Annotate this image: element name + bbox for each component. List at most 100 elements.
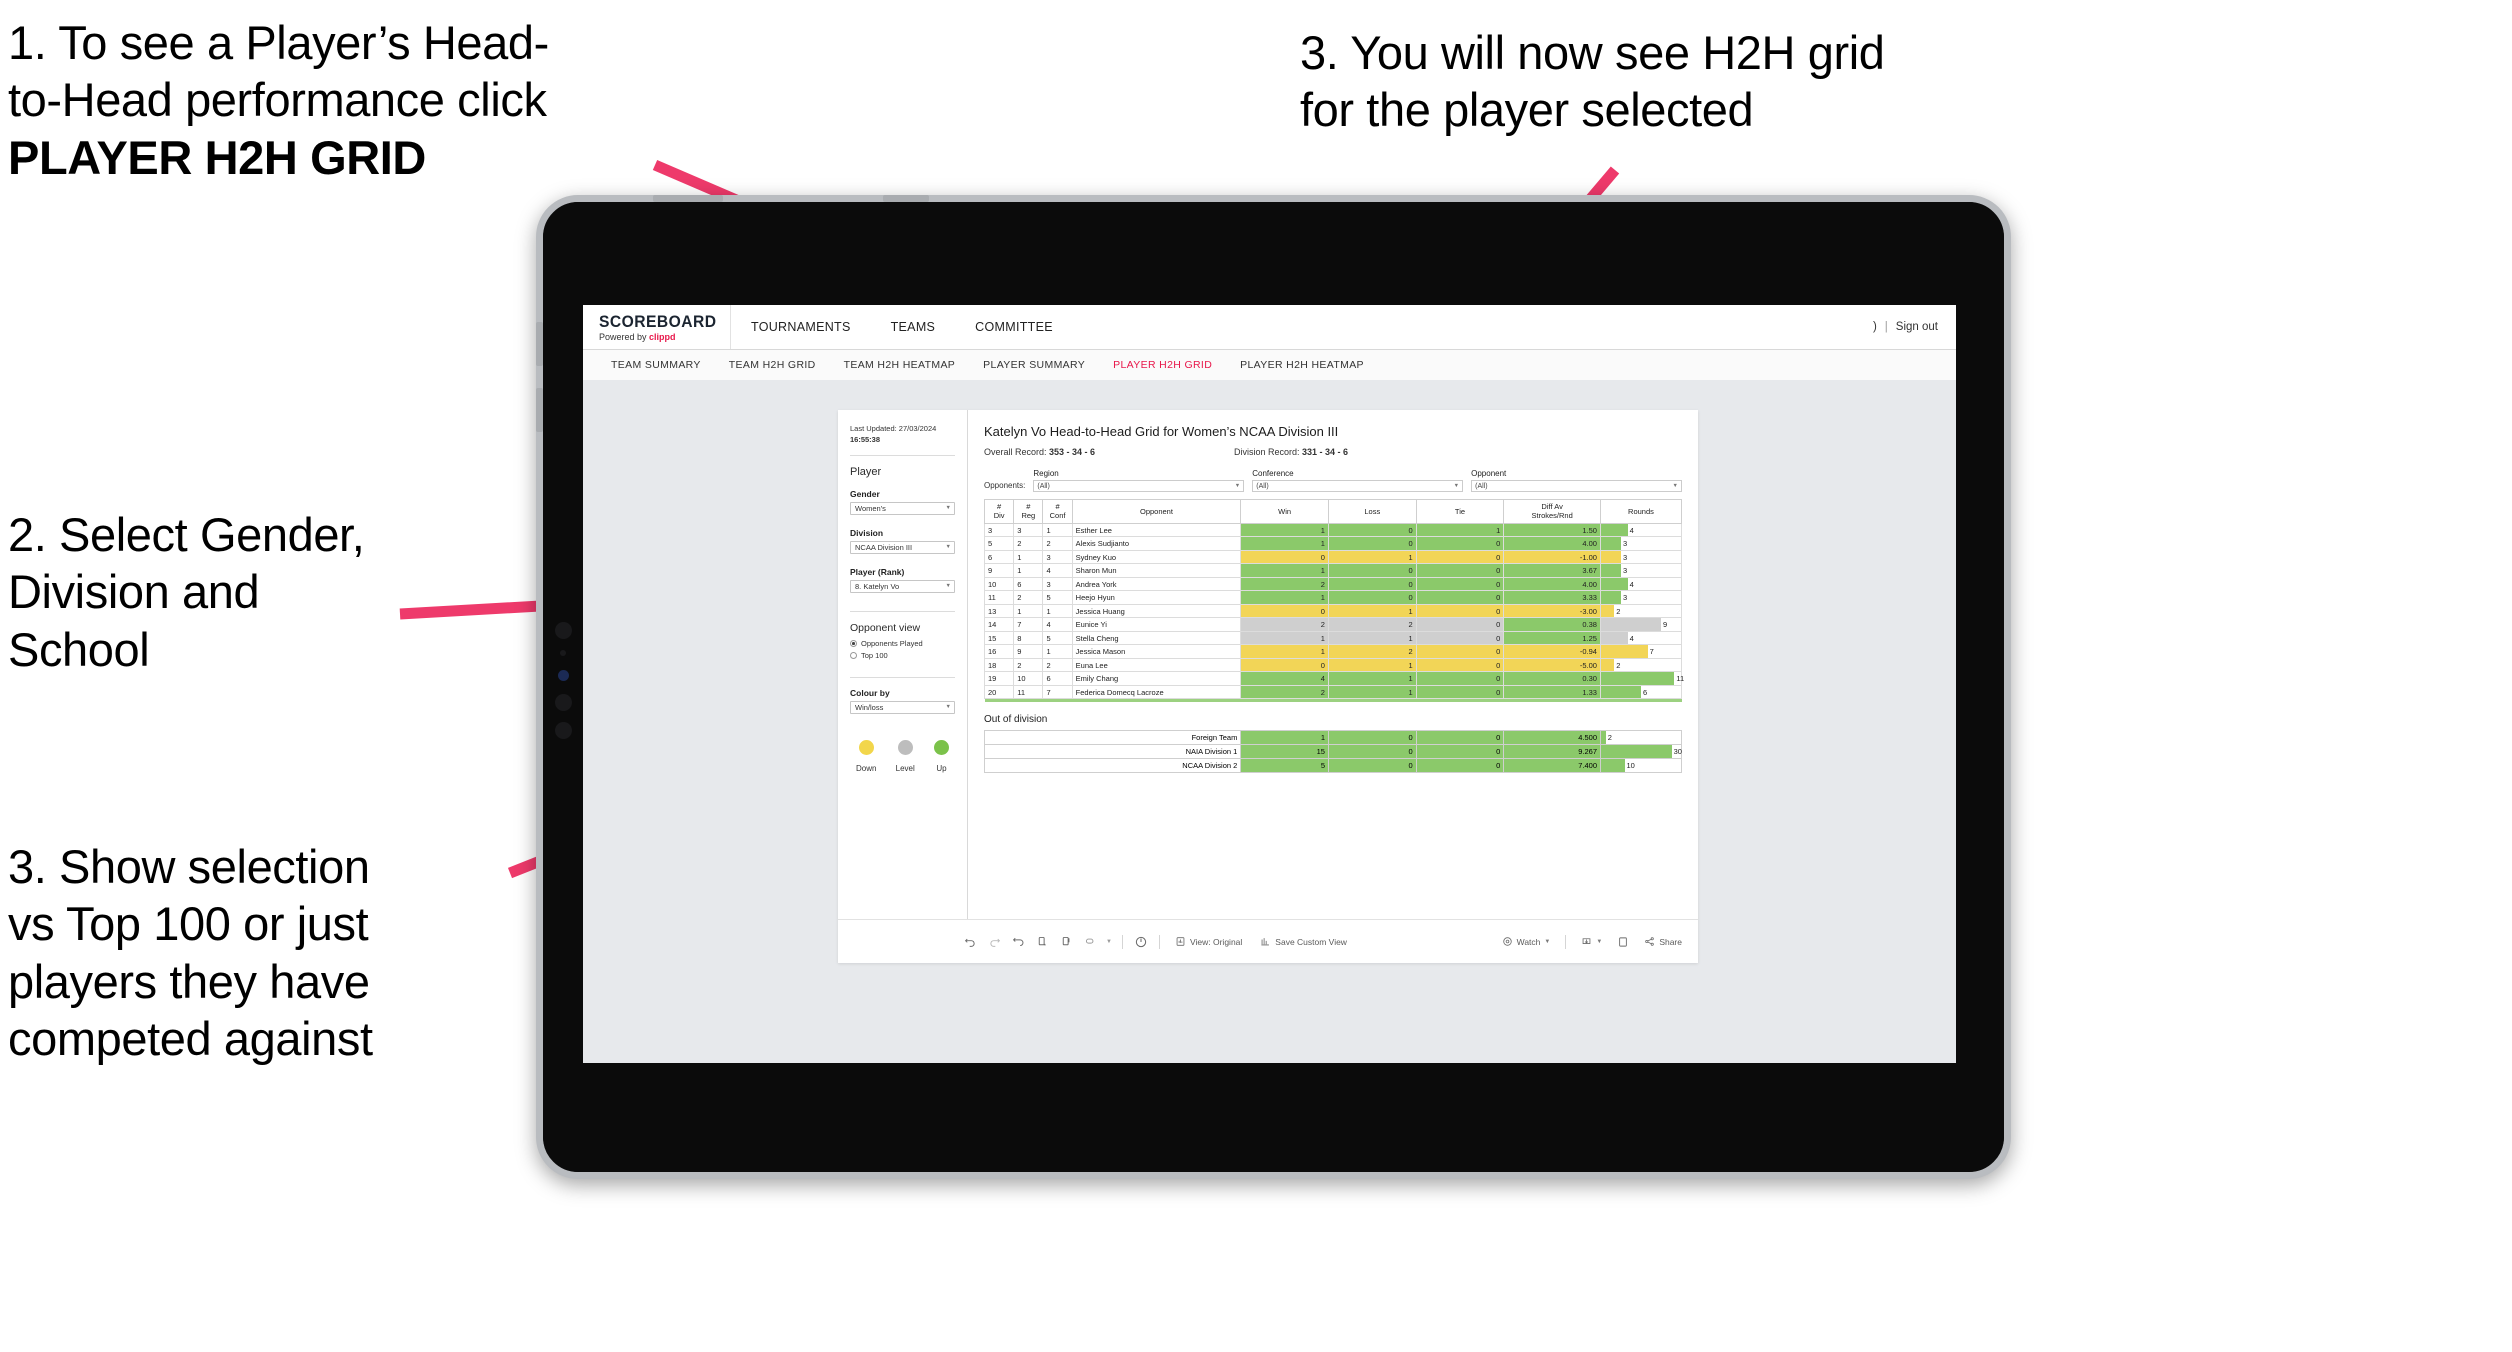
table-row[interactable]: 14 7 4 Eunice Yi 2 2 0 0.38 9 (983, 617, 1683, 632)
cell-group-name: NAIA Division 1 (983, 744, 1242, 760)
pause-auto-update-icon[interactable] (1129, 935, 1153, 949)
cell-div: 20 (983, 684, 1015, 700)
dashboard-tabs: TEAM SUMMARY TEAM H2H GRID TEAM H2H HEAT… (583, 350, 1956, 381)
h2h-grid-panel: Katelyn Vo Head-to-Head Grid for Women’s… (968, 410, 1698, 920)
app-top-navigation: SCOREBOARD Powered by clippd TOURNAMENTS… (583, 305, 1956, 350)
col-opponent: Opponent (1071, 499, 1242, 524)
revert-icon[interactable] (1006, 935, 1030, 948)
redo-icon[interactable] (982, 935, 1006, 948)
table-row[interactable]: 3 3 1 Esther Lee 1 0 1 1.50 4 (983, 522, 1683, 538)
tab-team-h2h-heatmap[interactable]: TEAM H2H HEATMAP (830, 359, 970, 371)
player-rank-value: 8. Katelyn Vo (855, 581, 900, 591)
gender-select[interactable]: Women's ▼ (850, 501, 955, 515)
table-row[interactable]: 11 2 5 Heejo Hyun 1 0 0 3.33 3 (983, 590, 1683, 605)
download-icon (1583, 938, 1591, 944)
gender-filter: Gender Women's ▼ (850, 489, 955, 515)
rounds-value: 4 (1629, 525, 1634, 535)
out-of-division-row[interactable]: NCAA Division 2 5 0 0 7.400 10 (983, 758, 1682, 774)
cell-conf: 5 (1042, 630, 1073, 646)
cell-loss: 0 (1327, 536, 1417, 551)
table-row[interactable]: 18 2 2 Euna Lee 0 1 0 -5.00 2 (983, 657, 1683, 673)
scoreboard-logo[interactable]: SCOREBOARD Powered by clippd (583, 305, 731, 349)
tablet-bezel: SCOREBOARD Powered by clippd TOURNAMENTS… (543, 202, 2004, 1172)
tablet-power-button[interactable] (536, 388, 543, 432)
opponent-view-heading: Opponent view (850, 621, 921, 634)
tab-player-h2h-grid[interactable]: PLAYER H2H GRID (1099, 359, 1226, 371)
divider-3 (850, 676, 955, 678)
cell-rounds: 2 (1600, 730, 1682, 746)
cell-loss: 1 (1327, 657, 1417, 673)
rounds-bar (1600, 645, 1648, 658)
radio-opponents-played[interactable]: Opponents Played (850, 639, 955, 648)
radio-top-100[interactable]: Top 100 (850, 651, 955, 660)
out-of-division-row[interactable]: Foreign Team 1 0 0 4.500 2 (983, 730, 1682, 746)
cell-reg: 9 (1013, 644, 1044, 659)
divider (1122, 934, 1123, 949)
sign-out-link[interactable]: Sign out (1896, 321, 1938, 333)
save-icon (1261, 938, 1270, 946)
cell-loss: 1 (1327, 684, 1417, 700)
player-rank-select[interactable]: 8. Katelyn Vo ▼ (850, 579, 955, 593)
cell-win: 0 (1240, 657, 1329, 673)
dashboard-content: Last Updated: 27/03/2024 16:55:38 Player… (838, 410, 1698, 920)
legend-up: Up (933, 739, 949, 773)
table-row[interactable]: 6 1 3 Sydney Kuo 0 1 0 -1.00 3 (983, 549, 1683, 565)
cell-div: 10 (983, 576, 1015, 592)
highlight-icon[interactable] (1078, 935, 1102, 948)
table-row[interactable]: 10 6 3 Andrea York 2 0 0 4.00 4 (983, 576, 1683, 592)
undo-icon[interactable] (958, 935, 982, 948)
cell-opponent: Alexis Sudjianto (1071, 536, 1242, 551)
cell-loss: 0 (1327, 576, 1417, 592)
chevron-down-icon: ▼ (945, 505, 951, 512)
topnav-committee[interactable]: COMMITTEE (955, 305, 1073, 349)
region-select[interactable]: (All) ▼ (1033, 480, 1245, 492)
opponent-select[interactable]: (All) ▼ (1471, 480, 1682, 492)
division-select[interactable]: NCAA Division III ▼ (850, 540, 955, 554)
table-row[interactable]: 16 9 1 Jessica Mason 1 2 0 -0.94 7 (983, 644, 1683, 659)
opponent-filter: Opponent (All) ▼ (1471, 469, 1682, 492)
tab-player-summary[interactable]: PLAYER SUMMARY (969, 359, 1099, 371)
table-row[interactable]: 15 8 5 Stella Cheng 1 1 0 1.25 4 (983, 630, 1683, 646)
table-row[interactable]: 9 1 4 Sharon Mun 1 0 0 3.67 3 (983, 563, 1683, 578)
table-row[interactable]: 19 10 6 Emily Chang 4 1 0 0.30 11 (983, 671, 1684, 686)
view-original-button[interactable]: View: Original (1166, 936, 1251, 947)
filter-sidebar: Last Updated: 27/03/2024 16:55:38 Player… (838, 410, 968, 920)
conference-select[interactable]: (All) ▼ (1252, 480, 1464, 492)
speaker-dot-3 (555, 694, 572, 711)
out-of-division-row[interactable]: NAIA Division 1 15 0 0 9.267 30 (983, 744, 1682, 760)
watch-button[interactable]: Watch ▼ (1493, 936, 1560, 947)
tablet-volume-button[interactable] (536, 322, 543, 366)
tab-team-h2h-grid[interactable]: TEAM H2H GRID (715, 359, 830, 371)
share-button[interactable]: Share (1635, 936, 1698, 947)
legend-label-up: Up (936, 763, 947, 773)
region-value: (All) (1037, 482, 1050, 490)
player-rank-filter: Player (Rank) 8. Katelyn Vo ▼ (850, 567, 955, 593)
download-button[interactable]: ▼ (1572, 936, 1611, 947)
watch-icon (1502, 937, 1512, 946)
full-screen-icon[interactable] (1611, 936, 1635, 948)
table-header-row: # Div # Reg # Conf Opponent Win Loss Tie Diff Av St… (983, 499, 1683, 524)
cell-win: 2 (1240, 576, 1329, 592)
topnav-tournaments[interactable]: TOURNAMENTS (731, 305, 871, 349)
refresh-icon[interactable] (1030, 935, 1054, 948)
table-row[interactable]: 5 2 2 Alexis Sudjianto 1 0 0 4.00 3 (983, 536, 1683, 551)
annotation-1-bold: PLAYER H2H GRID (8, 130, 426, 184)
legend-level: Level (896, 739, 915, 773)
topnav-teams[interactable]: TEAMS (871, 305, 956, 349)
logo-wordmark: SCOREBOARD (599, 311, 717, 331)
chevron-down-icon[interactable]: ▼ (1102, 939, 1116, 945)
cell-div: 11 (983, 590, 1015, 605)
save-custom-view-button[interactable]: Save Custom View (1251, 936, 1356, 947)
tab-team-summary[interactable]: TEAM SUMMARY (597, 359, 715, 371)
table-row[interactable]: 20 11 7 Federica Domecq Lacroze 2 1 0 1.33 6 (983, 684, 1683, 700)
chevron-down-icon: ▼ (945, 544, 951, 551)
cell-loss: 0 (1327, 522, 1417, 538)
chevron-down-icon: ▼ (1453, 483, 1460, 489)
colour-by-select[interactable]: Win/loss ▼ (850, 700, 955, 714)
tab-player-h2h-heatmap[interactable]: PLAYER H2H HEATMAP (1226, 359, 1378, 371)
table-row[interactable]: 13 1 1 Jessica Huang 0 1 0 -3.00 2 (983, 603, 1683, 619)
cell-win: 1 (1240, 522, 1329, 538)
cell-opponent: Jessica Huang (1071, 603, 1242, 619)
pause-icon[interactable] (1054, 935, 1078, 948)
cell-div: 19 (983, 671, 1015, 686)
